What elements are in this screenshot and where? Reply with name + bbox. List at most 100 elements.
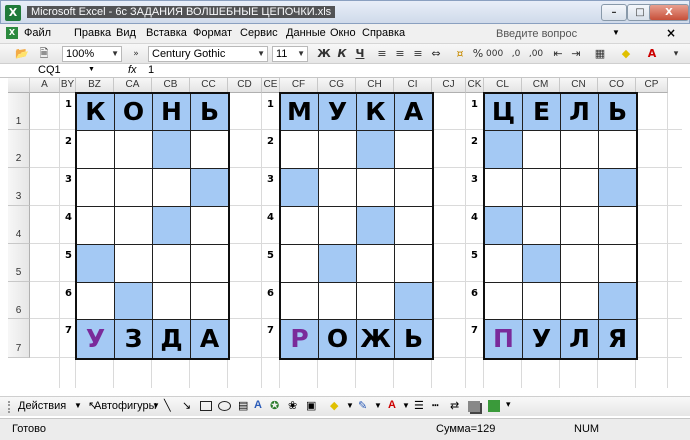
print-preview-icon[interactable]: 🗎	[36, 46, 52, 62]
column-header-cj[interactable]: CJ	[432, 78, 466, 93]
open-icon[interactable]: 📂	[14, 46, 30, 62]
menu-window[interactable]: Окно	[330, 27, 356, 39]
column-header-ci[interactable]: CI	[394, 78, 432, 93]
column-header-cn[interactable]: CN	[560, 78, 598, 93]
column-header-cp[interactable]: CP	[636, 78, 668, 93]
formula-input[interactable]: 1	[148, 64, 678, 77]
borders-icon[interactable]: ▦	[592, 46, 608, 62]
row-header-4[interactable]: 4	[8, 206, 30, 244]
name-box-dropdown-icon[interactable]: ▼	[88, 66, 95, 73]
column-header-co[interactable]: CO	[598, 78, 636, 93]
column-header-ck[interactable]: CK	[466, 78, 484, 93]
close-button[interactable]: X	[649, 4, 689, 21]
column-header-a[interactable]: A	[30, 78, 60, 93]
clipart-icon[interactable]: ❀	[288, 399, 297, 412]
puzzle-grid-3	[483, 92, 638, 360]
line-color-icon[interactable]: ✎	[358, 399, 367, 412]
zoom-select[interactable]: 100% ▼	[62, 46, 122, 62]
row-header-3[interactable]: 3	[8, 168, 30, 206]
thousands-button[interactable]: 000	[486, 46, 503, 62]
align-left-icon[interactable]: ≡	[374, 46, 390, 62]
chevron-down-icon[interactable]: ▼	[374, 401, 382, 410]
italic-button[interactable]: К	[334, 46, 350, 62]
rectangle-icon[interactable]	[200, 401, 212, 411]
column-header-cl[interactable]: CL	[484, 78, 522, 93]
column-header-bz[interactable]: BZ	[76, 78, 114, 93]
picture-icon[interactable]: ▣	[306, 399, 316, 412]
chevron-down-icon[interactable]: ▼	[402, 401, 410, 410]
line-style-icon[interactable]: ☰	[414, 399, 424, 412]
doc-close-button[interactable]: ×	[666, 26, 676, 40]
fill-color-icon[interactable]: ◆	[618, 46, 634, 62]
currency-icon[interactable]: ¤	[452, 46, 468, 62]
minimize-button[interactable]: –	[601, 4, 627, 21]
gridline	[465, 93, 466, 388]
autoshapes-menu[interactable]: Автофигуры	[94, 400, 157, 412]
help-dropdown-icon[interactable]: ▼	[612, 28, 620, 37]
arrow-style-icon[interactable]: ⇄	[450, 399, 459, 412]
font-size-select[interactable]: 11 ▼	[272, 46, 308, 62]
chevron-down-icon[interactable]: ▼	[346, 401, 354, 410]
row-number-label: 4	[471, 212, 478, 223]
column-header-ce[interactable]: CE	[262, 78, 280, 93]
menu-help[interactable]: Справка	[362, 27, 405, 39]
diagram-icon[interactable]: ✪	[270, 399, 279, 412]
row-header-5[interactable]: 5	[8, 244, 30, 282]
increase-indent-icon[interactable]: ⇥	[568, 46, 584, 62]
line-icon[interactable]: ╲	[164, 399, 171, 412]
menu-view[interactable]: Вид	[116, 27, 136, 39]
align-center-icon[interactable]: ≡	[392, 46, 408, 62]
help-question-box[interactable]: Введите вопрос	[480, 26, 600, 42]
dash-style-icon[interactable]: ┅	[432, 399, 439, 412]
worksheet[interactable]: A BY BZ CA CB CC CD CE CF CG CH CI CJ CK CL CM CN CO CP 1 2 3…	[8, 78, 682, 388]
column-header-cm[interactable]: CM	[522, 78, 560, 93]
shadow-style-icon[interactable]	[468, 401, 480, 412]
column-header-by[interactable]: BY	[60, 78, 76, 93]
increase-decimal-button[interactable]: ,0	[508, 46, 524, 62]
underline-button[interactable]: Ч	[352, 46, 368, 62]
arrow-icon[interactable]: ↘	[182, 399, 191, 412]
column-header-cc[interactable]: CC	[190, 78, 228, 93]
decrease-decimal-button[interactable]: ,00	[528, 46, 544, 62]
excel-icon: X	[5, 5, 21, 21]
percent-button[interactable]: %	[470, 46, 486, 62]
font-color-icon[interactable]: A	[644, 46, 660, 62]
align-right-icon[interactable]: ≡	[410, 46, 426, 62]
name-box[interactable]: CQ1	[10, 64, 94, 77]
toolbar-more-icon[interactable]: ▾	[668, 46, 684, 62]
column-header-cg[interactable]: CG	[318, 78, 356, 93]
column-header-cf[interactable]: CF	[280, 78, 318, 93]
oval-icon[interactable]	[218, 401, 231, 411]
column-header-ch[interactable]: CH	[356, 78, 394, 93]
menu-format[interactable]: Формат	[193, 27, 232, 39]
3d-style-icon[interactable]	[488, 400, 500, 412]
toolbar-options-icon[interactable]: »	[128, 46, 144, 62]
wordart-icon[interactable]: A	[254, 399, 262, 411]
row-header-7[interactable]: 7	[8, 319, 30, 358]
bold-button[interactable]: Ж	[316, 46, 332, 62]
menu-data[interactable]: Данные	[286, 27, 326, 39]
menu-tools[interactable]: Сервис	[240, 27, 278, 39]
menu-file[interactable]: Файл	[24, 27, 51, 39]
column-header-ca[interactable]: CA	[114, 78, 152, 93]
merge-center-icon[interactable]: ⇔	[428, 46, 444, 62]
font-color-icon[interactable]: A	[388, 399, 396, 411]
toolbar-more-icon[interactable]: ▾	[506, 399, 511, 410]
fill-color-icon[interactable]: ◆	[330, 399, 338, 412]
drawing-toolbar: Действия ▼ ↖ Автофигуры ▼ ╲ ↘ ▤ A ✪ ❀ ▣ …	[0, 396, 690, 416]
decrease-indent-icon[interactable]: ⇤	[550, 46, 566, 62]
menu-edit[interactable]: Правка	[74, 27, 111, 39]
select-all-corner[interactable]	[8, 78, 30, 93]
row-header-2[interactable]: 2	[8, 130, 30, 168]
row-header-1[interactable]: 1	[8, 93, 30, 130]
column-header-cb[interactable]: CB	[152, 78, 190, 93]
column-header-cd[interactable]: CD	[228, 78, 262, 93]
row-header-6[interactable]: 6	[8, 282, 30, 319]
actions-menu[interactable]: Действия	[18, 400, 66, 412]
fx-icon[interactable]: fx	[128, 64, 137, 76]
textbox-icon[interactable]: ▤	[238, 399, 248, 412]
menu-insert[interactable]: Вставка	[146, 27, 187, 39]
font-select[interactable]: Century Gothic ▼	[148, 46, 268, 62]
chevron-down-icon[interactable]: ▼	[152, 401, 160, 410]
chevron-down-icon[interactable]: ▼	[74, 401, 82, 410]
